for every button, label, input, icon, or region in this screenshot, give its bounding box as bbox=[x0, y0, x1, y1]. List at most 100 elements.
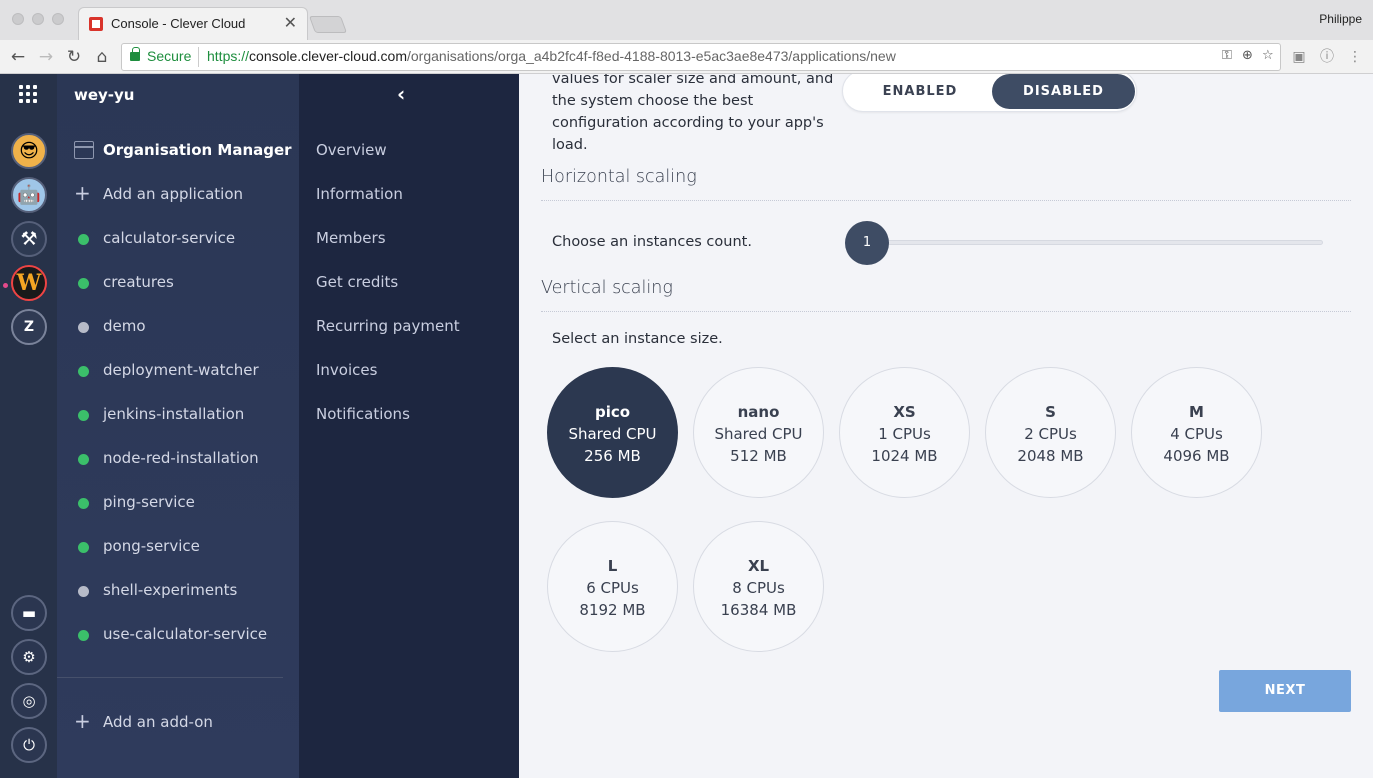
size-option-l[interactable]: L 6 CPUs 8192 MB bbox=[547, 521, 678, 652]
size-option-xl[interactable]: XL 8 CPUs 16384 MB bbox=[693, 521, 824, 652]
window-minimize-button[interactable] bbox=[32, 13, 44, 25]
power-icon[interactable]: ⏻ bbox=[11, 727, 47, 763]
instances-count-label: Choose an instances count. bbox=[552, 234, 752, 250]
size-name: L bbox=[607, 557, 618, 575]
home-icon[interactable]: ⌂ bbox=[89, 44, 115, 70]
size-cpu: 2 CPUs bbox=[1024, 425, 1077, 443]
instances-slider-track[interactable] bbox=[869, 240, 1323, 245]
forward-arrow-icon[interactable]: → bbox=[33, 44, 59, 70]
rss-extension-icon[interactable]: ▣ bbox=[1290, 48, 1308, 66]
size-cpu: 4 CPUs bbox=[1170, 425, 1223, 443]
instance-size-label: Select an instance size. bbox=[552, 331, 723, 347]
secure-label: Secure bbox=[147, 48, 192, 64]
status-dot bbox=[78, 542, 89, 553]
avatar-developer[interactable]: 😎 bbox=[11, 133, 47, 169]
size-memory: 2048 MB bbox=[1017, 447, 1084, 465]
menu-item-overview[interactable]: Overview bbox=[316, 141, 387, 159]
url-host: console.clever-cloud.com bbox=[249, 48, 407, 64]
gear-icon[interactable]: ⚙ bbox=[11, 639, 47, 675]
main-content: values for scaler size and amount, and t… bbox=[519, 74, 1373, 778]
autoscale-description: values for scaler size and amount, and t… bbox=[552, 74, 834, 153]
app-label: ping-service bbox=[103, 493, 195, 511]
browser-menu-icon[interactable]: ⋮ bbox=[1346, 48, 1364, 66]
autoscale-toggle[interactable]: ENABLED DISABLED bbox=[842, 74, 1137, 112]
active-org-indicator bbox=[3, 283, 8, 288]
size-option-xs[interactable]: XS 1 CPUs 1024 MB bbox=[839, 367, 970, 498]
size-memory: 16384 MB bbox=[720, 601, 797, 619]
size-cpu: 8 CPUs bbox=[732, 579, 785, 597]
clever-cloud-favicon-icon bbox=[89, 17, 103, 31]
size-cpu: 1 CPUs bbox=[878, 425, 931, 443]
menu-item-invoices[interactable]: Invoices bbox=[316, 361, 377, 379]
menu-item-get-credits[interactable]: Get credits bbox=[316, 273, 398, 291]
menu-item-information[interactable]: Information bbox=[316, 185, 403, 203]
avatar-z[interactable]: Z bbox=[11, 309, 47, 345]
status-dot bbox=[78, 410, 89, 421]
help-lifebuoy-icon[interactable]: ◎ bbox=[11, 683, 47, 719]
size-name: XL bbox=[747, 557, 770, 575]
size-option-pico[interactable]: pico Shared CPU 256 MB bbox=[547, 367, 678, 498]
size-option-nano[interactable]: nano Shared CPU 512 MB bbox=[693, 367, 824, 498]
size-memory: 512 MB bbox=[730, 447, 787, 465]
app-label: demo bbox=[103, 317, 146, 335]
app-label: node-red-installation bbox=[103, 449, 259, 467]
org-menu: ‹ Overview Information Members Get credi… bbox=[299, 74, 519, 778]
status-dot bbox=[78, 322, 89, 333]
menu-item-notifications[interactable]: Notifications bbox=[316, 405, 410, 423]
avatar-w[interactable]: W bbox=[11, 265, 47, 301]
section-divider bbox=[541, 200, 1351, 201]
size-option-s[interactable]: S 2 CPUs 2048 MB bbox=[985, 367, 1116, 498]
tab-close-icon[interactable]: ✕ bbox=[284, 13, 297, 33]
size-option-m[interactable]: M 4 CPUs 4096 MB bbox=[1131, 367, 1262, 498]
size-cpu: Shared CPU bbox=[568, 425, 657, 443]
tool-avatar-icon: ⚒ bbox=[20, 228, 38, 250]
robot-avatar-icon: 🤖 bbox=[17, 184, 41, 206]
url-path: /organisations/orga_a4b2fc4f-f8ed-4188-8… bbox=[407, 48, 896, 64]
url-protocol: https:// bbox=[207, 48, 250, 64]
org-name[interactable]: wey-yu bbox=[74, 86, 135, 104]
chat-icon[interactable]: ▬ bbox=[11, 595, 47, 631]
menu-item-members[interactable]: Members bbox=[316, 229, 386, 247]
chevron-left-icon[interactable]: ‹ bbox=[397, 82, 405, 106]
instances-slider-handle[interactable]: 1 bbox=[845, 221, 889, 265]
plus-icon: + bbox=[74, 709, 91, 733]
size-memory: 256 MB bbox=[584, 447, 641, 465]
key-icon[interactable]: ⚿ bbox=[1222, 48, 1232, 63]
browser-profile-name[interactable]: Philippe bbox=[1319, 12, 1362, 26]
browser-tab[interactable]: Console - Clever Cloud ✕ bbox=[78, 7, 308, 40]
menu-item-recurring-payment[interactable]: Recurring payment bbox=[316, 317, 460, 335]
status-dot bbox=[78, 586, 89, 597]
window-zoom-button[interactable] bbox=[52, 13, 64, 25]
info-extension-icon[interactable]: ⓘ bbox=[1318, 48, 1336, 66]
avatar-tool[interactable]: ⚒ bbox=[11, 221, 47, 257]
status-dot bbox=[78, 630, 89, 641]
size-memory: 4096 MB bbox=[1163, 447, 1230, 465]
new-tab-button[interactable] bbox=[308, 16, 348, 33]
section-divider bbox=[541, 311, 1351, 312]
plus-icon: + bbox=[74, 181, 91, 205]
app-label: jenkins-installation bbox=[103, 405, 245, 423]
app-label: use-calculator-service bbox=[103, 625, 268, 643]
avatar-robot[interactable]: 🤖 bbox=[11, 177, 47, 213]
w-logo-letter: W bbox=[16, 270, 42, 296]
status-dot bbox=[78, 366, 89, 377]
toggle-disabled-option[interactable]: DISABLED bbox=[992, 74, 1135, 109]
status-dot bbox=[78, 498, 89, 509]
developer-avatar-icon: 😎 bbox=[19, 140, 39, 162]
z-avatar-letter: Z bbox=[23, 319, 35, 335]
apps-grid-icon[interactable] bbox=[19, 85, 39, 105]
window-close-button[interactable] bbox=[12, 13, 24, 25]
size-cpu: Shared CPU bbox=[714, 425, 803, 443]
reload-icon[interactable]: ↻ bbox=[61, 44, 87, 70]
address-bar[interactable]: Secure https://console.clever-cloud.com/… bbox=[121, 43, 1281, 71]
app-label: calculator-service bbox=[103, 229, 236, 247]
bookmark-star-icon[interactable]: ☆ bbox=[1262, 48, 1274, 63]
zoom-icon[interactable]: ⊕ bbox=[1242, 48, 1253, 63]
toggle-enabled-option[interactable]: ENABLED bbox=[845, 74, 995, 109]
app-label: pong-service bbox=[103, 537, 200, 555]
size-name: M bbox=[1189, 403, 1204, 421]
url-text[interactable]: https://console.clever-cloud.com/organis… bbox=[207, 48, 896, 64]
next-button[interactable]: NEXT bbox=[1219, 670, 1351, 712]
lock-icon bbox=[130, 47, 140, 61]
back-arrow-icon[interactable]: ← bbox=[5, 44, 31, 70]
